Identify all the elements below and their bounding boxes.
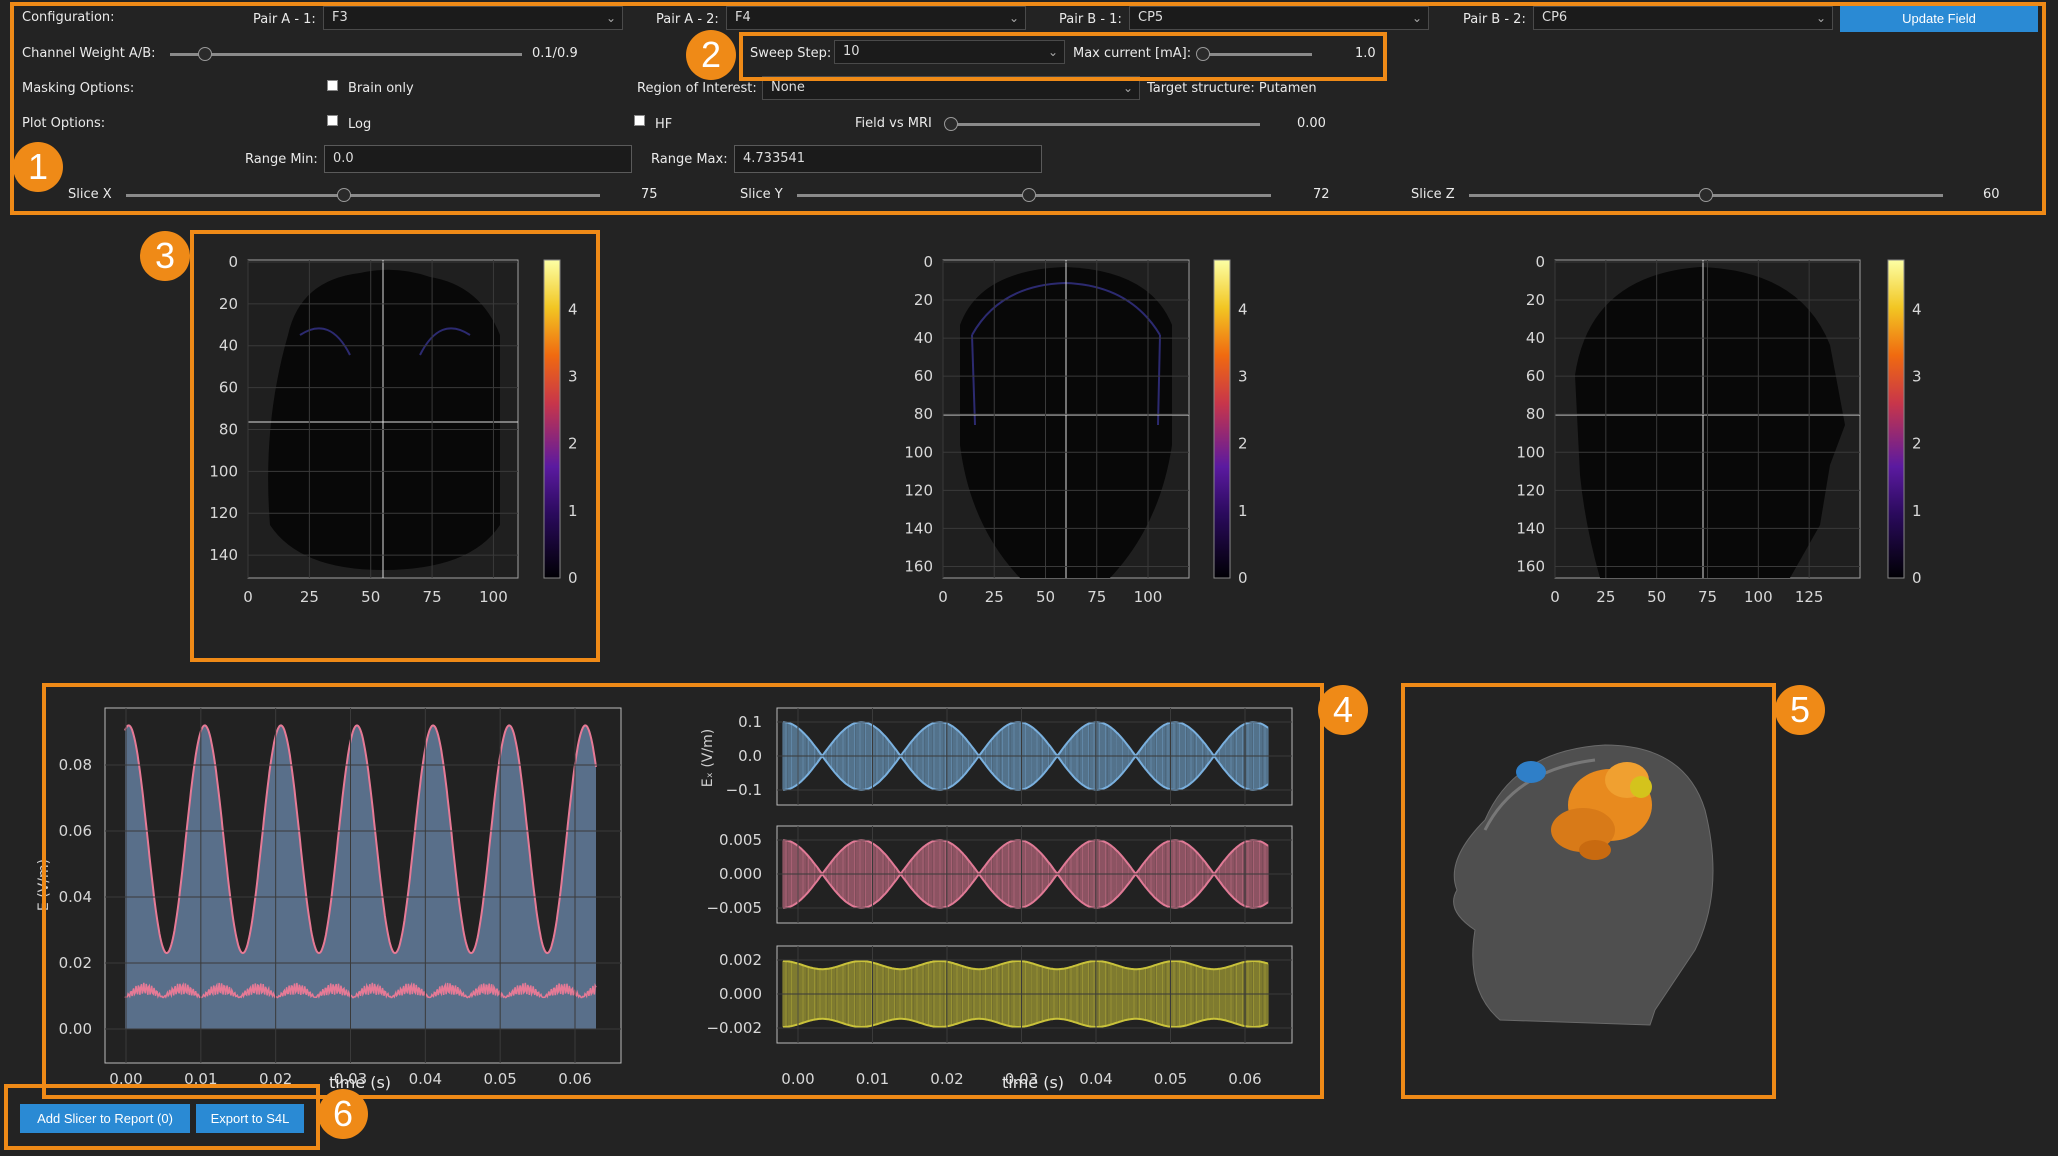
coronal-xtick-label: 50 <box>1036 588 1055 606</box>
coronal-ytick-label: 100 <box>904 443 933 461</box>
sagittal-colorbar-tick-label: 3 <box>1912 367 1922 385</box>
annotation-box-6 <box>4 1084 320 1150</box>
coronal-ytick-label: 0 <box>923 253 933 271</box>
coronal-colorbar-tick-label: 2 <box>1238 435 1248 453</box>
callout-badge-2: 2 <box>686 30 736 80</box>
coronal-ytick-label: 40 <box>914 329 933 347</box>
coronal-colorbar-tick-label: 0 <box>1238 569 1248 587</box>
sagittal-xtick-label: 25 <box>1596 588 1615 606</box>
coronal-ytick-label: 160 <box>904 557 933 575</box>
sagittal-ytick-label: 80 <box>1526 405 1545 423</box>
callout-badge-1: 1 <box>13 142 63 192</box>
callout-badge-6: 6 <box>318 1089 368 1139</box>
coronal-colorbar-tick-label: 4 <box>1238 300 1248 318</box>
coronal-ytick-label: 80 <box>914 405 933 423</box>
coronal-colorbar-tick-label: 3 <box>1238 367 1248 385</box>
annotation-box-4 <box>42 683 1324 1099</box>
coronal-ytick-label: 120 <box>904 481 933 499</box>
sagittal-ytick-label: 40 <box>1526 329 1545 347</box>
sagittal-ytick-label: 60 <box>1526 367 1545 385</box>
coronal-slice-plot: 0 20 40 60 80 100 120 140 160 0 25 50 75 100 4 3 2 1 0 <box>904 253 1247 606</box>
annotation-box-3 <box>190 230 600 662</box>
sagittal-colorbar-tick-label: 0 <box>1912 569 1922 587</box>
sagittal-colorbar-tick-label: 2 <box>1912 435 1922 453</box>
sagittal-ytick-label: 20 <box>1526 291 1545 309</box>
coronal-ytick-label: 20 <box>914 291 933 309</box>
sagittal-xtick-label: 125 <box>1795 588 1824 606</box>
coronal-ytick-label: 60 <box>914 367 933 385</box>
sagittal-xtick-label: 100 <box>1744 588 1773 606</box>
callout-badge-5: 5 <box>1775 685 1825 735</box>
sagittal-xtick-label: 75 <box>1698 588 1717 606</box>
sagittal-ytick-label: 0 <box>1535 253 1545 271</box>
annotation-box-2 <box>739 32 1387 81</box>
sagittal-ytick-label: 140 <box>1516 519 1545 537</box>
coronal-ytick-label: 140 <box>904 519 933 537</box>
sagittal-ytick-label: 160 <box>1516 557 1545 575</box>
coronal-xtick-label: 25 <box>985 588 1004 606</box>
sagittal-colorbar <box>1887 259 1905 579</box>
sagittal-head-shape <box>1575 267 1845 578</box>
callout-badge-3: 3 <box>140 231 190 281</box>
sagittal-colorbar-tick-label: 1 <box>1912 502 1922 520</box>
sagittal-ytick-label: 100 <box>1516 443 1545 461</box>
callout-badge-4: 4 <box>1318 685 1368 735</box>
annotation-box-5 <box>1401 683 1776 1099</box>
sagittal-colorbar-tick-label: 4 <box>1912 300 1922 318</box>
coronal-xtick-label: 0 <box>938 588 948 606</box>
sagittal-slice-plot: 0 20 40 60 80 100 120 140 160 0 25 50 75 100 125 4 3 2 1 0 <box>1516 253 1921 606</box>
coronal-colorbar-tick-label: 1 <box>1238 502 1248 520</box>
sagittal-ytick-label: 120 <box>1516 481 1545 499</box>
sagittal-xtick-label: 50 <box>1647 588 1666 606</box>
coronal-colorbar <box>1213 259 1231 579</box>
sagittal-xtick-label: 0 <box>1550 588 1560 606</box>
coronal-xtick-label: 75 <box>1087 588 1106 606</box>
coronal-xtick-label: 100 <box>1134 588 1163 606</box>
